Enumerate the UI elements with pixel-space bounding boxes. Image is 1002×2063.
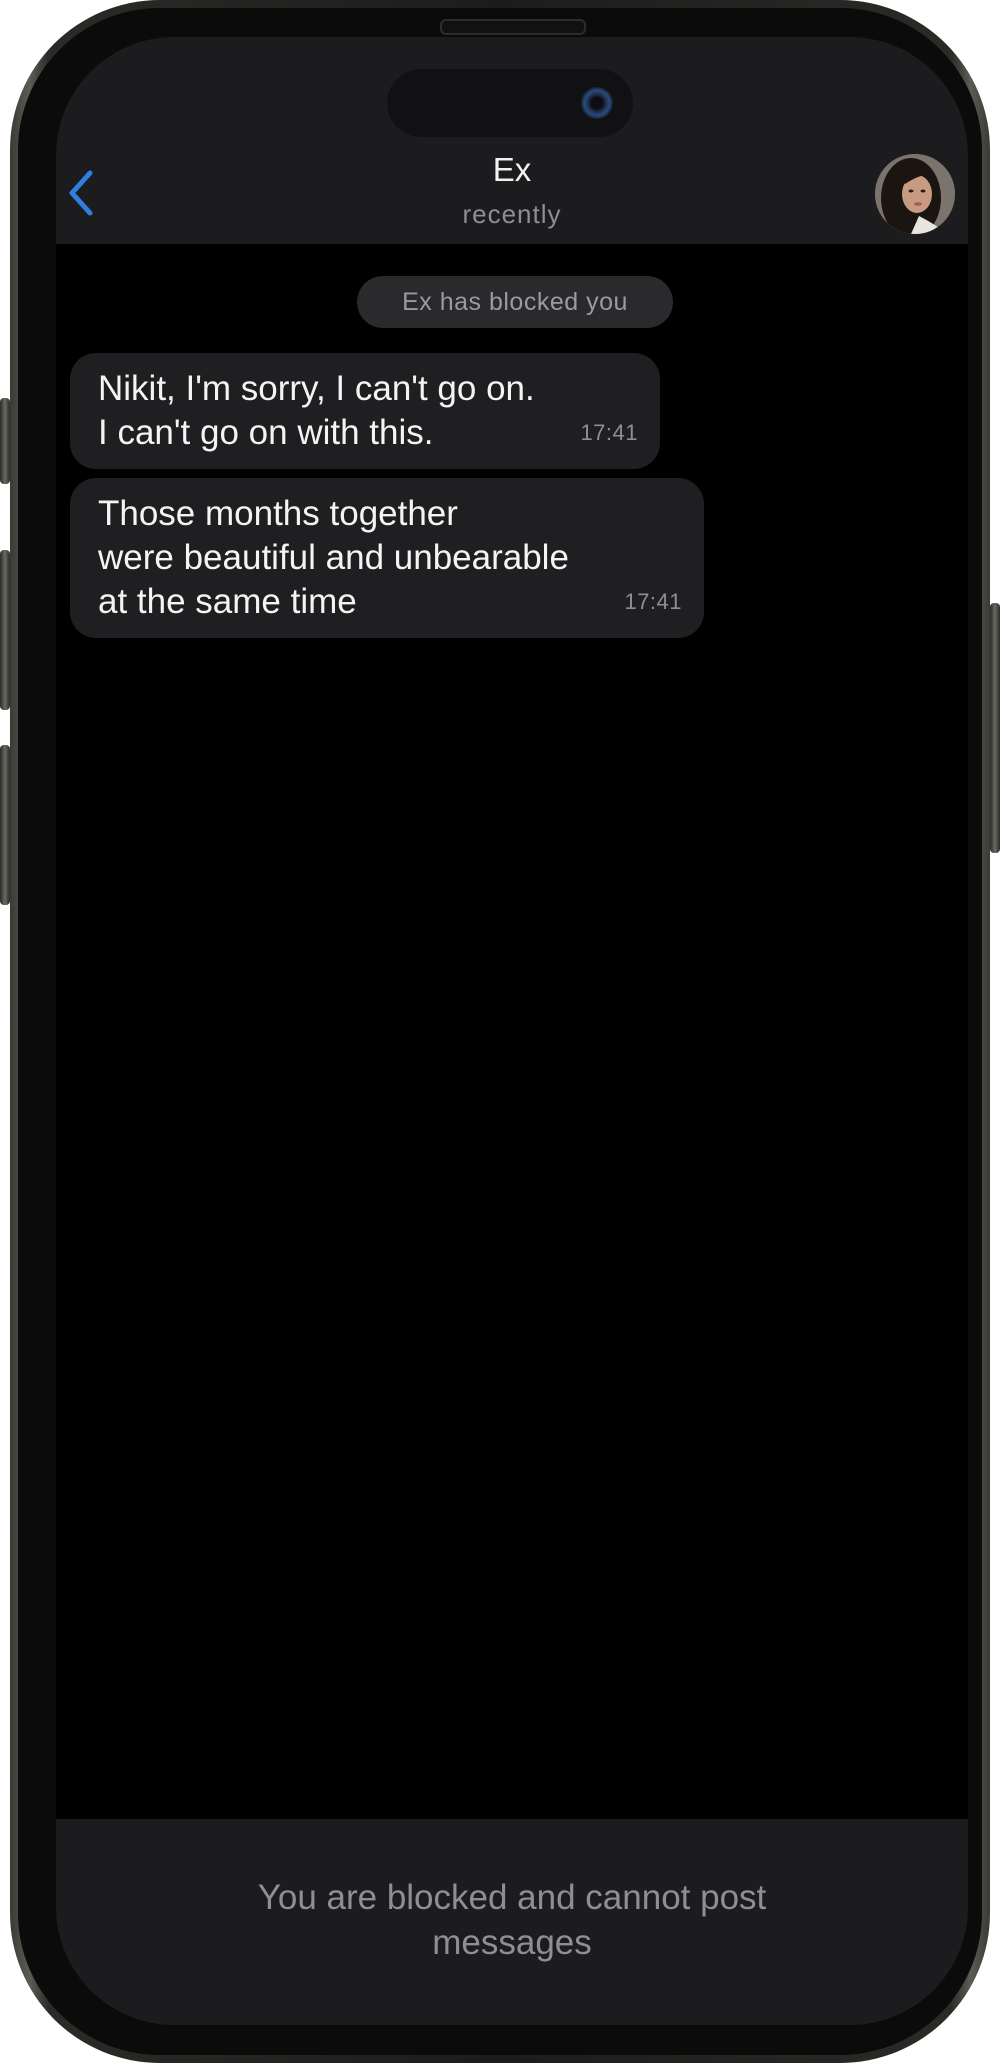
system-notice: Ex has blocked you bbox=[357, 276, 673, 328]
message-bubble[interactable]: Nikit, I'm sorry, I can't go on. I can't… bbox=[70, 353, 660, 469]
volume-up-button bbox=[0, 550, 10, 710]
avatar-photo bbox=[875, 154, 955, 234]
power-button bbox=[990, 603, 1000, 853]
action-button bbox=[0, 398, 10, 484]
phone-frame: Ex recently Ex has blocked you Nikit, I'… bbox=[0, 0, 1000, 2063]
front-camera bbox=[581, 87, 613, 119]
avatar[interactable] bbox=[875, 154, 955, 234]
volume-down-button bbox=[0, 745, 10, 905]
message-time: 17:41 bbox=[624, 589, 682, 614]
earpiece-speaker bbox=[440, 19, 586, 35]
dynamic-island bbox=[387, 69, 633, 137]
blocked-message: You are blocked and cannot post messages bbox=[257, 1878, 767, 1962]
blocked-footer: You are blocked and cannot post messages bbox=[56, 1819, 968, 2025]
message-bubble[interactable]: Those months together were beautiful and… bbox=[70, 478, 704, 638]
last-seen-status: recently bbox=[462, 199, 562, 229]
screen: Ex recently Ex has blocked you Nikit, I'… bbox=[56, 37, 968, 2025]
contact-name[interactable]: Ex bbox=[56, 151, 968, 189]
message-text: Nikit, I'm sorry, I can't go on. I can't… bbox=[98, 369, 535, 452]
message-time: 17:41 bbox=[580, 420, 638, 445]
message-text: Those months together were beautiful and… bbox=[98, 494, 569, 621]
